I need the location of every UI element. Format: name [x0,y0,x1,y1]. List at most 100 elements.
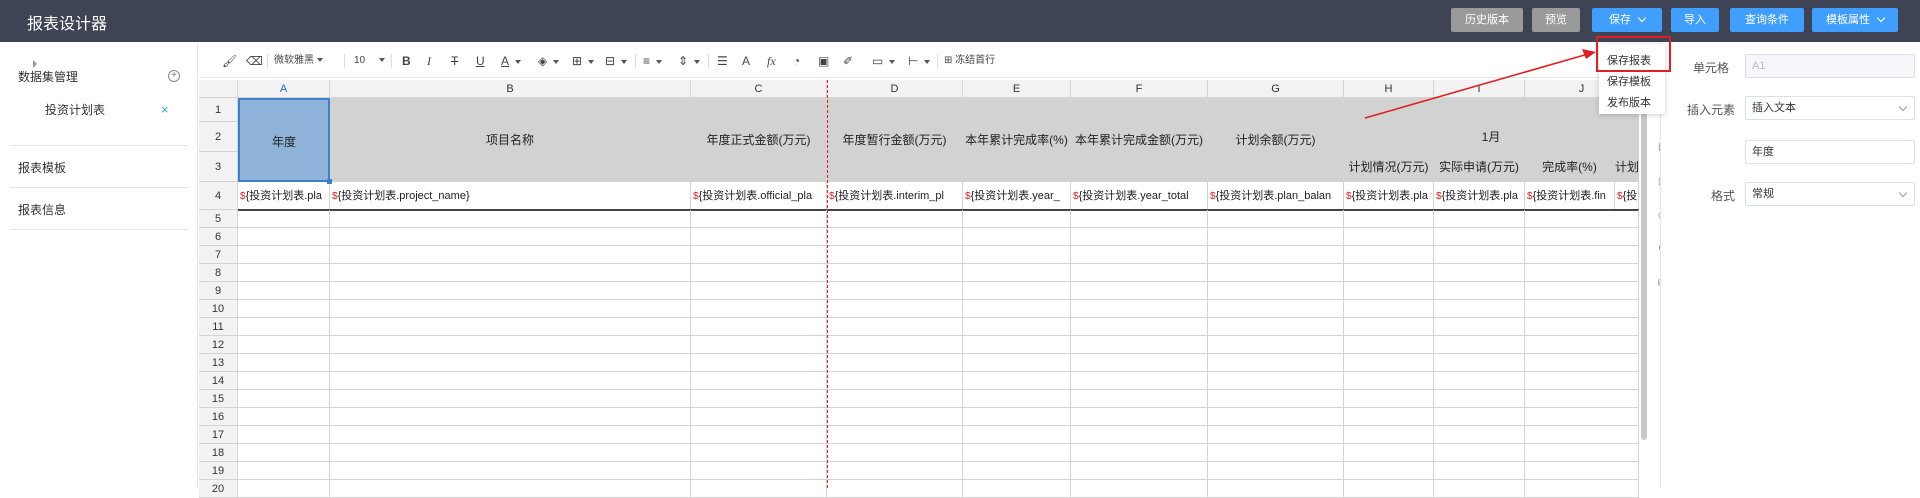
grid-cell[interactable] [691,228,827,246]
row-header[interactable]: 5 [199,210,238,228]
grid-cell[interactable] [1208,210,1344,228]
header-cell-actual-apply[interactable]: 实际申请(万元) [1434,152,1525,182]
header-cell-plan-balance[interactable]: 计划余额(万元) [1208,98,1344,182]
grid-cell[interactable] [1208,318,1344,336]
grid-cell[interactable] [330,390,691,408]
data-cell[interactable]: ${投资计划表.plan_balan [1208,182,1344,210]
close-icon[interactable]: × [161,102,169,117]
insert-element-select[interactable]: 插入文本 [1745,96,1915,120]
grid-cell[interactable] [1434,462,1525,480]
grid-cell[interactable] [691,444,827,462]
grid-cell[interactable] [1071,462,1208,480]
header-cell-plan-status[interactable]: 计划情况(万元) [1344,152,1434,182]
grid-cell[interactable] [963,246,1071,264]
grid-cell[interactable] [1525,336,1639,354]
header-cell-year-rate[interactable]: 本年累计完成率(%) [963,98,1071,182]
row-header[interactable]: 20 [199,480,238,498]
wrap-text-icon[interactable]: ☰ [717,53,728,69]
grid-cell[interactable] [1434,318,1525,336]
row-header[interactable]: 18 [199,444,238,462]
header-cell-year-total[interactable]: 本年累计完成金额(万元) [1071,98,1208,182]
data-cell[interactable]: ${投资计划表.official_pla [691,182,827,210]
grid-cell[interactable] [1208,354,1344,372]
grid-cell[interactable] [1434,480,1525,498]
grid-cell[interactable] [330,426,691,444]
grid-cell[interactable] [238,228,330,246]
grid-cell[interactable] [1208,408,1344,426]
grid-cell[interactable] [330,300,691,318]
grid-cell[interactable] [330,444,691,462]
grid-cell[interactable] [963,480,1071,498]
grid-cell[interactable] [1208,246,1344,264]
grid-cell[interactable] [963,390,1071,408]
grid-cell[interactable] [1525,282,1639,300]
grid-cell[interactable] [238,318,330,336]
template-properties-button[interactable]: 模板属性 [1812,8,1898,32]
grid-cell[interactable] [691,462,827,480]
dataset-item-investment-plan[interactable]: 投资计划表 [45,101,105,118]
grid-cell[interactable] [330,246,691,264]
grid-cell[interactable] [238,354,330,372]
grid-cell[interactable] [963,300,1071,318]
grid-cell[interactable] [1344,462,1434,480]
grid-cell[interactable] [1071,354,1208,372]
grid-cell[interactable] [691,264,827,282]
grid-cell[interactable] [1525,444,1639,462]
save-template-item[interactable]: 保存模板 [1607,73,1651,89]
row-header[interactable]: 16 [199,408,238,426]
data-cell[interactable]: ${投资计划表.pla [1434,182,1525,210]
grid-cell[interactable] [963,372,1071,390]
row-header[interactable]: 1 [199,98,238,122]
grid-cell[interactable] [963,318,1071,336]
grid-cell[interactable] [827,372,963,390]
align-horizontal-icon[interactable]: ≡ [643,53,663,69]
grid-cell[interactable] [330,282,691,300]
grid-cell[interactable] [963,426,1071,444]
grid-cell[interactable] [827,336,963,354]
row-header[interactable]: 7 [199,246,238,264]
grid-cell[interactable] [1071,390,1208,408]
grid-cell[interactable] [963,462,1071,480]
grid-cell[interactable] [1208,390,1344,408]
grid-cell[interactable] [1344,480,1434,498]
grid-cell[interactable] [1208,372,1344,390]
column-header[interactable]: F [1071,80,1208,98]
save-button[interactable]: 保存 [1592,8,1662,32]
row-header[interactable]: 19 [199,462,238,480]
chart-icon[interactable]: ◔ [793,53,800,69]
image-icon[interactable]: ▣ [818,53,829,69]
underline-icon[interactable]: U [476,53,485,69]
dataset-management-title[interactable]: 数据集管理 [18,68,78,85]
grid-cell[interactable] [1434,228,1525,246]
merge-cells-icon[interactable]: ⊟ [605,53,628,69]
grid-cell[interactable] [1071,300,1208,318]
header-cell-year[interactable]: 年度 [238,98,330,182]
row-header[interactable]: 11 [199,318,238,336]
grid-cell[interactable] [827,444,963,462]
grid-cell[interactable] [963,408,1071,426]
grid-cell[interactable] [1344,300,1434,318]
grid-cell[interactable] [238,210,330,228]
grid-cell[interactable] [827,228,963,246]
grid-cell[interactable] [827,354,963,372]
grid-cell[interactable] [827,462,963,480]
bold-icon[interactable]: B [402,53,411,69]
grid-cell[interactable] [963,228,1071,246]
history-version-button[interactable]: 历史版本 [1451,8,1523,32]
grid-cell[interactable] [1434,408,1525,426]
expand-arrow-icon[interactable] [33,60,37,68]
grid-cell[interactable] [691,246,827,264]
data-cell[interactable]: ${投 [1615,182,1639,210]
grid-cell[interactable] [1434,300,1525,318]
data-cell[interactable]: ${投资计划表.fin [1525,182,1615,210]
freeze-first-row-button[interactable]: ⊞ 冻结首行 [944,53,995,69]
publish-version-item[interactable]: 发布版本 [1607,94,1651,110]
grid-cell[interactable] [1344,282,1434,300]
font-family-select[interactable]: 微软雅黑 [274,53,323,69]
link-icon[interactable]: ✐ [843,53,853,69]
grid-cell[interactable] [1344,246,1434,264]
grid-cell[interactable] [330,372,691,390]
header-cell-month[interactable]: 1月 [1344,122,1639,152]
column-width-icon[interactable]: ⊢ [908,53,931,69]
grid-cell[interactable] [1071,336,1208,354]
